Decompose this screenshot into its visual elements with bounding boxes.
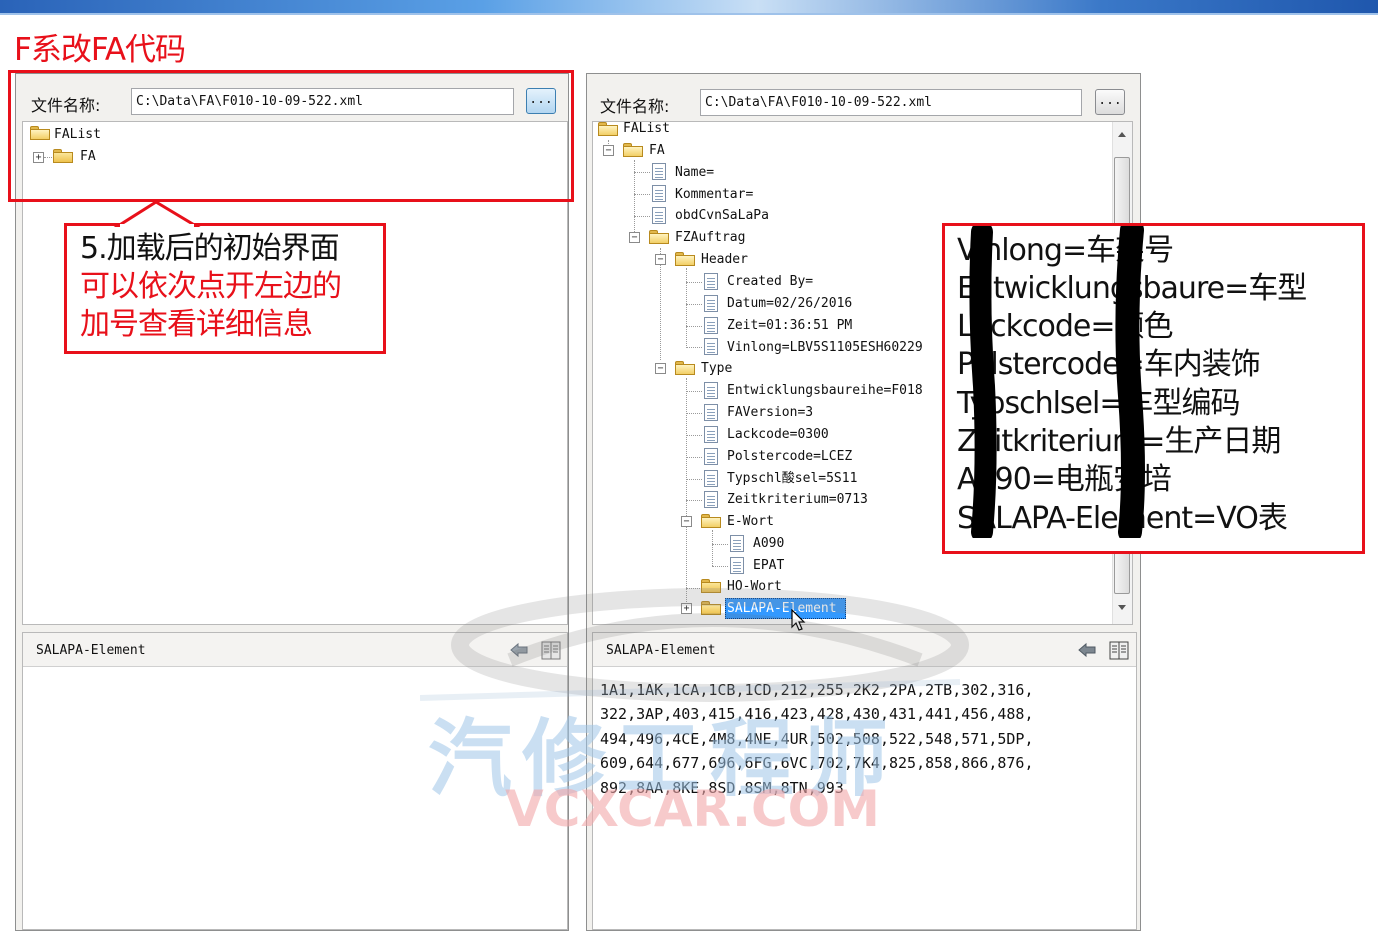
tree-guide <box>686 282 702 283</box>
tree-node-ewort[interactable]: E-Wort <box>727 512 774 532</box>
scroll-down-arrow-icon[interactable] <box>1118 605 1126 610</box>
zeitkriterium-document-icon <box>704 491 718 508</box>
epat-document-icon <box>730 557 744 574</box>
tree-node-zeit[interactable]: Zeit=01:36:51 PM <box>727 316 852 336</box>
polstercode-document-icon <box>704 448 718 465</box>
left-callout-pointer <box>113 200 201 227</box>
salapa-line-4: 609,644,677,696,6FG,6VC,702,7K4,825,858,… <box>600 754 1034 772</box>
right-pin-icon[interactable] <box>1077 641 1097 659</box>
tree-node-vinlong[interactable]: Vinlong=LBV5S1105ESH60229 <box>727 338 923 358</box>
tree-node-name[interactable]: Name= <box>675 163 714 183</box>
right-salapa-title: SALAPA-Element <box>606 643 716 658</box>
left-pin-icon[interactable] <box>509 641 529 659</box>
tree-guide <box>686 347 702 348</box>
right-file-path-input[interactable]: C:\Data\FA\F010-10-09-522.xml <box>700 89 1082 116</box>
salapa-line-2: 322,3AP,403,415,416,423,428,430,431,441,… <box>600 705 1034 723</box>
tree-guide <box>634 172 650 173</box>
right-file-label: 文件名称: <box>600 97 670 116</box>
vinlong-document-icon <box>704 338 718 355</box>
right-browse-button[interactable]: ... <box>1095 89 1125 115</box>
tree-guide <box>634 216 650 217</box>
salapa-folder-icon <box>701 601 721 615</box>
fa-folder-icon <box>623 143 643 157</box>
tree-node-polstercode[interactable]: Polstercode=LCEZ <box>727 447 852 467</box>
collapse-fzauftrag-icon[interactable]: − <box>629 232 640 243</box>
tree-node-header[interactable]: Header <box>701 250 748 270</box>
tree-guide <box>686 326 702 327</box>
left-callout-line1: 5.加载后的初始界面 <box>80 231 340 266</box>
expand-salapa-icon[interactable]: + <box>681 603 692 614</box>
tree-guide <box>712 566 728 567</box>
salapa-line-1: 1A1,1AK,1CA,1CB,1CD,212,255,2K2,2PA,2TB,… <box>600 681 1034 699</box>
faversion-document-icon <box>704 404 718 421</box>
howort-folder-icon <box>701 579 721 593</box>
tree-guide <box>634 194 650 195</box>
falist-folder-icon <box>598 122 618 136</box>
slide-header-bar <box>0 0 1378 13</box>
slide-header-line <box>0 13 1378 15</box>
kommentar-document-icon <box>652 185 666 202</box>
tree-node-salapa[interactable]: SALAPA-Element <box>727 599 837 619</box>
marker-strokes <box>969 226 1145 538</box>
left-salapa-pane <box>22 632 568 930</box>
created-document-icon <box>704 273 718 290</box>
tree-guide <box>686 304 702 305</box>
tree-node-datum[interactable]: Datum=02/26/2016 <box>727 294 852 314</box>
tree-node-type[interactable]: Type <box>701 359 732 379</box>
salapa-line-3: 494,496,4CE,4M8,4NE,4UR,502,508,522,548,… <box>600 730 1034 748</box>
mouse-cursor-icon <box>791 609 806 631</box>
tree-node-zeitkriterium[interactable]: Zeitkriterium=0713 <box>727 490 868 510</box>
left-callout-line3: 加号查看详细信息 <box>80 307 313 342</box>
tree-guide <box>686 588 700 589</box>
collapse-ewort-icon[interactable]: − <box>681 516 692 527</box>
tree-guide <box>686 413 702 414</box>
tree-guide <box>686 457 702 458</box>
zeit-document-icon <box>704 317 718 334</box>
left-callout-line2: 可以依次点开左边的 <box>80 269 342 304</box>
tree-node-typschl[interactable]: Typschl酸sel=5S11 <box>727 469 857 489</box>
tree-guide <box>686 391 702 392</box>
salapa-line-5: 892,8AA,8KE,8SD,8SM,8TN,993 <box>600 779 844 797</box>
tree-node-kommentar[interactable]: Kommentar= <box>675 185 753 205</box>
entwicklung-document-icon <box>704 382 718 399</box>
datum-document-icon <box>704 295 718 312</box>
tree-node-created[interactable]: Created By= <box>727 272 813 292</box>
a090-document-icon <box>730 535 744 552</box>
header-folder-icon <box>675 252 695 266</box>
tree-node-lackcode[interactable]: Lackcode=0300 <box>727 425 829 445</box>
tree-guide <box>686 435 702 436</box>
left-salapa-title: SALAPA-Element <box>36 643 146 658</box>
obd-document-icon <box>652 207 666 224</box>
tree-node-howort[interactable]: HO-Wort <box>727 577 782 597</box>
tree-node-epat[interactable]: EPAT <box>753 556 784 576</box>
tree-node-a090[interactable]: A090 <box>753 534 784 554</box>
ewort-folder-icon <box>701 514 721 528</box>
collapse-type-icon[interactable]: − <box>655 363 666 374</box>
right-layout-icon[interactable] <box>1109 641 1129 660</box>
tree-guide <box>686 268 687 346</box>
tree-node-fzauftrag[interactable]: FZAuftrag <box>675 228 745 248</box>
tree-guide <box>686 500 702 501</box>
tree-node-entwicklung[interactable]: Entwicklungsbaureihe=F018 <box>727 381 923 401</box>
tree-node-faversion[interactable]: FAVersion=3 <box>727 403 813 423</box>
tree-guide <box>712 530 713 566</box>
tree-node-fa[interactable]: FA <box>649 141 665 161</box>
slide-title: F系改FA代码 <box>14 32 186 68</box>
tree-node-obd[interactable]: obdCvnSaLaPa <box>675 206 769 226</box>
type-folder-icon <box>675 361 695 375</box>
collapse-header-icon[interactable]: − <box>655 254 666 265</box>
fzauftrag-folder-icon <box>649 230 669 244</box>
typschl-document-icon <box>704 470 718 487</box>
tree-guide <box>686 479 702 480</box>
tree-guide <box>712 544 728 545</box>
lackcode-document-icon <box>704 426 718 443</box>
left-highlight-box <box>8 70 574 202</box>
collapse-fa-icon[interactable]: − <box>603 145 614 156</box>
left-layout-icon[interactable] <box>541 641 561 660</box>
scroll-up-arrow-icon[interactable] <box>1118 132 1126 137</box>
name-document-icon <box>652 163 666 180</box>
tree-node-falist[interactable]: FAList <box>623 119 670 139</box>
